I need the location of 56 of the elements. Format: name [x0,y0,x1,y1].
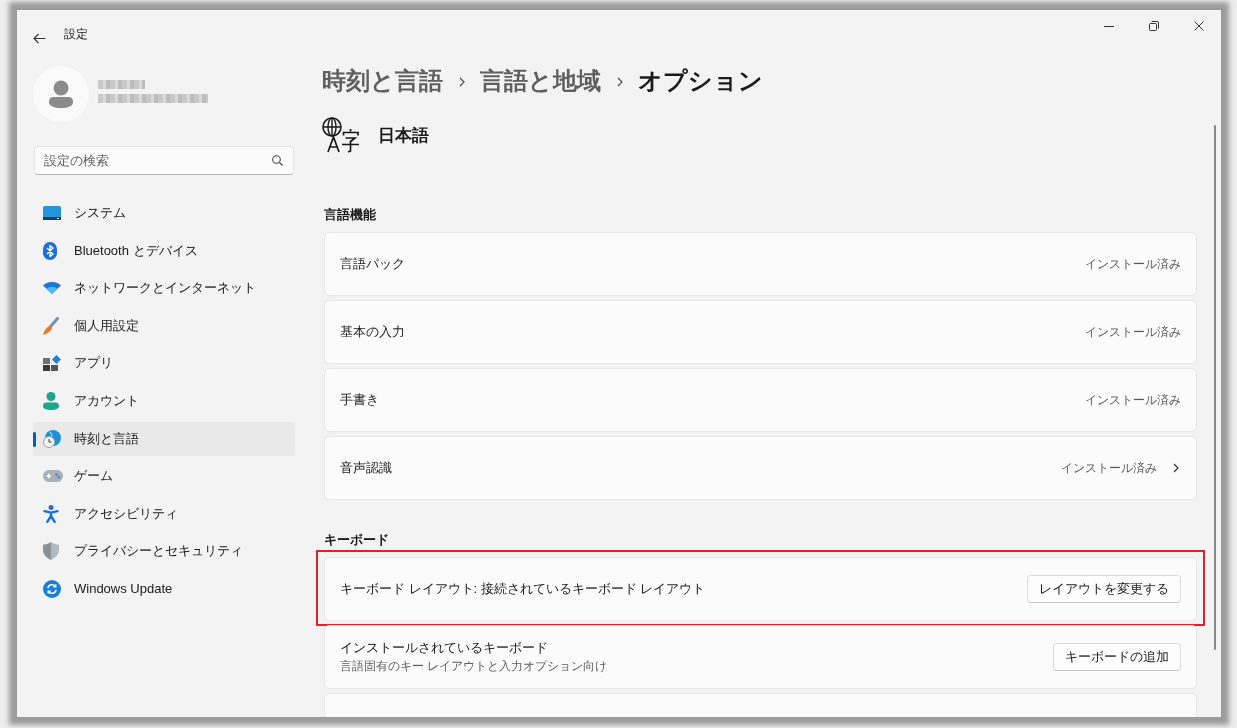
nav-item[interactable]: ゲーム [33,459,295,494]
window-title: 設定 [64,26,88,42]
status-text: インストール済み [1085,391,1181,409]
setting-label: 基本の入力 [340,323,406,341]
nav-item[interactable]: 時刻と言語 [33,421,295,456]
redacted-name [98,79,145,89]
setting-description: 言語固有のキー レイアウトと入力オプション向け [340,658,609,675]
search-field[interactable]: 設定の検索 [34,146,294,175]
nav-item[interactable]: 個人用設定 [33,308,295,343]
action-button[interactable]: キーボードの追加 [1053,643,1181,671]
person-icon [43,391,59,410]
language-name: 日本語 [378,124,429,147]
nav-item[interactable]: Windows Update [33,571,295,606]
avatar-icon [33,66,89,122]
setting-label: 言語パック [340,255,406,273]
minimize-icon [1103,25,1114,27]
setting-label: 手書き [340,391,380,409]
nav-item[interactable]: プライバシーとセキュリティ [33,534,295,569]
scrollbar-thumb[interactable] [1214,125,1216,650]
action-button[interactable]: レイアウトを変更する [1027,575,1181,603]
setting-label: インストールされているキーボード [340,639,549,657]
status-text: インストール済み [1061,459,1157,477]
breadcrumb-current: オプション [638,66,763,96]
restore-icon [1148,21,1159,31]
status-text: インストール済み [1085,255,1181,273]
nav-item[interactable]: Bluetooth とデバイス [33,233,295,268]
nav-item[interactable]: システム [33,196,295,230]
setting-label: 音声認識 [340,459,393,477]
nav-item[interactable]: ネットワークとインターネット [33,271,295,306]
setting-label: キーボード レイアウト: 接続されているキーボード レイアウト [340,580,707,598]
chevron-right-icon [617,77,623,87]
nav-item[interactable]: アクセシビリティ [33,496,295,531]
wifi-icon [43,282,61,295]
section-heading: キーボード [324,531,390,549]
nav-item[interactable]: アプリ [33,346,295,381]
close-icon [1193,21,1204,31]
back-arrow-icon [33,33,46,44]
section-heading: 言語機能 [324,206,377,224]
nav-item[interactable]: アカウント [33,383,295,418]
selection-indicator [33,431,36,447]
status-text: インストール済み [1085,323,1181,341]
search-icon [272,155,283,166]
bluetooth-icon [43,241,57,260]
language-icon [322,117,360,153]
breadcrumb-link[interactable]: 言語と地域 [480,66,601,96]
app-tiles-icon [43,355,61,372]
refresh-icon [43,579,61,598]
chevron-right-icon [459,77,465,87]
setting-card[interactable]: 音声認識 インストール済み [324,436,1197,500]
paintbrush-icon [43,316,59,335]
shield-icon [43,542,59,561]
gamepad-icon [43,470,63,483]
breadcrumb-link[interactable]: 時刻と言語 [322,66,443,96]
globe-clock-icon [43,429,61,448]
monitor-icon [43,206,61,220]
accessibility-icon [43,504,59,523]
